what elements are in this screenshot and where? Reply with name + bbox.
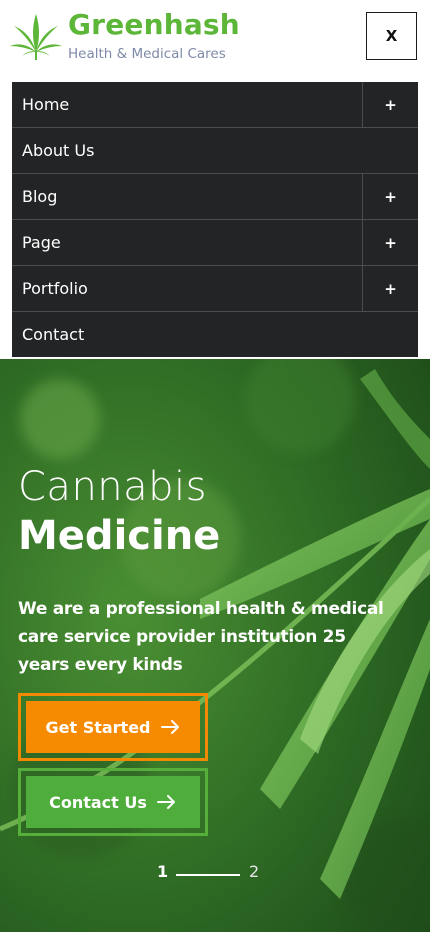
arrow-right-icon	[156, 795, 175, 809]
slide-1-dot[interactable]: 1	[157, 862, 168, 881]
menu-item-about-us[interactable]: About Us	[12, 128, 418, 174]
button-label: Contact Us	[49, 792, 147, 812]
menu-item-label: About Us	[22, 141, 95, 160]
menu-item-page[interactable]: Page +	[12, 220, 418, 266]
get-started-button[interactable]: Get Started	[26, 701, 200, 753]
menu-item-blog[interactable]: Blog +	[12, 174, 418, 220]
menu-item-label: Home	[22, 95, 70, 114]
menu-item-contact[interactable]: Contact	[12, 312, 418, 357]
hero-title-bold: Medicine	[18, 513, 221, 559]
close-menu-button[interactable]: X	[366, 12, 417, 60]
contact-us-button-frame: Contact Us	[18, 768, 208, 836]
hero-description: We are a professional health & medical c…	[18, 599, 384, 675]
get-started-button-frame: Get Started	[18, 693, 208, 761]
menu-item-label: Portfolio	[22, 279, 88, 298]
expand-plus-icon[interactable]: +	[362, 82, 418, 127]
hero-slider: Cannabis Medicine We are a professional …	[0, 359, 430, 932]
arrow-right-icon	[160, 720, 179, 734]
expand-plus-icon[interactable]: +	[362, 220, 418, 265]
mobile-menu: Home + About Us Blog + Page + Portfolio …	[12, 82, 418, 357]
slide-2-dot[interactable]: 2	[249, 862, 259, 881]
slider-pagination: 1 2	[0, 862, 430, 886]
hero-title-light: Cannabis	[18, 464, 207, 510]
contact-us-button[interactable]: Contact Us	[26, 776, 200, 828]
menu-item-portfolio[interactable]: Portfolio +	[12, 266, 418, 312]
button-label: Get Started	[45, 717, 151, 737]
pagination-divider	[176, 874, 240, 876]
brand-name[interactable]: Greenhash	[68, 8, 240, 41]
expand-plus-icon[interactable]: +	[362, 174, 418, 219]
menu-item-label: Page	[22, 233, 61, 252]
expand-plus-icon[interactable]: +	[362, 266, 418, 311]
menu-item-label: Contact	[22, 325, 85, 344]
menu-item-home[interactable]: Home +	[12, 82, 418, 128]
site-header: Greenhash Health & Medical Cares X	[0, 0, 430, 82]
cannabis-leaf-icon[interactable]	[10, 12, 62, 60]
menu-item-label: Blog	[22, 187, 58, 206]
brand-tagline: Health & Medical Cares	[68, 46, 226, 62]
